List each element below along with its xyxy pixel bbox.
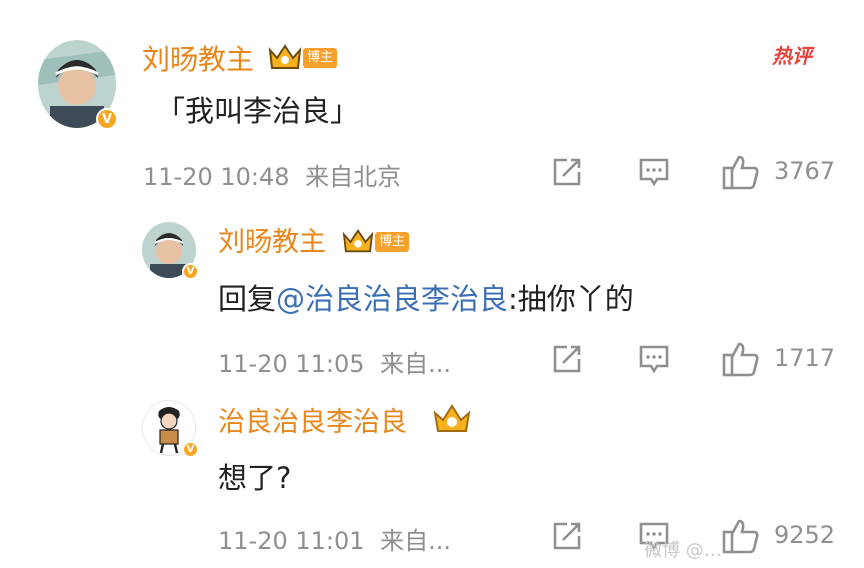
reply-avatar[interactable]: V	[142, 222, 199, 280]
source: 来自...	[380, 527, 452, 555]
hot-comment-label: 热评	[772, 44, 812, 68]
blogger-tag: 博主	[375, 232, 410, 252]
comment-username[interactable]: 刘旸教主	[142, 38, 254, 78]
thumbs-up-icon[interactable]	[722, 518, 760, 558]
verified-v-icon: V	[182, 441, 199, 458]
watermark: 微博 @…	[644, 540, 722, 561]
reply-text: 回复@治良治良李治良:抽你丫的	[218, 276, 634, 318]
like-count: 9252	[774, 521, 836, 549]
comment-icon[interactable]	[638, 343, 670, 379]
share-icon[interactable]	[551, 343, 583, 379]
reply-prefix: 回复	[218, 282, 277, 316]
timestamp: 11-20 10:48	[143, 163, 290, 191]
thumbs-up-icon[interactable]	[722, 154, 760, 194]
comment-icon[interactable]	[638, 156, 670, 192]
thumbs-up-icon[interactable]	[722, 341, 760, 381]
source: 来自北京	[305, 163, 402, 191]
share-icon[interactable]	[551, 156, 583, 192]
share-icon[interactable]	[551, 520, 583, 556]
verified-v-icon: V	[96, 108, 118, 130]
source: 来自...	[380, 350, 452, 378]
reply-username[interactable]: 治良治良李治良	[218, 400, 407, 439]
reply-username[interactable]: 刘旸教主	[218, 220, 326, 259]
reply-timestamp: 11-20 11:05 来自...	[218, 344, 451, 379]
comment-timestamp: 11-20 10:48 来自北京	[143, 157, 401, 192]
timestamp: 11-20 11:05	[218, 350, 365, 378]
timestamp: 11-20 11:01	[218, 527, 365, 555]
blogger-tag: 博主	[303, 48, 338, 68]
comment-text: 「我叫李治良」	[156, 94, 360, 128]
like-count: 3767	[774, 157, 836, 185]
reply-timestamp: 11-20 11:01 来自...	[218, 521, 451, 556]
verified-v-icon: V	[182, 263, 199, 280]
crown-icon	[268, 42, 302, 76]
reply-text: 想了?	[218, 461, 292, 495]
avatar[interactable]: V	[38, 40, 118, 130]
crown-icon	[342, 227, 374, 259]
reply-body: :抽你丫的	[508, 282, 634, 316]
mention-link[interactable]: @治良治良李治良	[276, 282, 508, 316]
reply-avatar[interactable]: V	[142, 400, 199, 458]
crown-icon	[432, 403, 472, 439]
like-count: 1717	[774, 344, 836, 372]
